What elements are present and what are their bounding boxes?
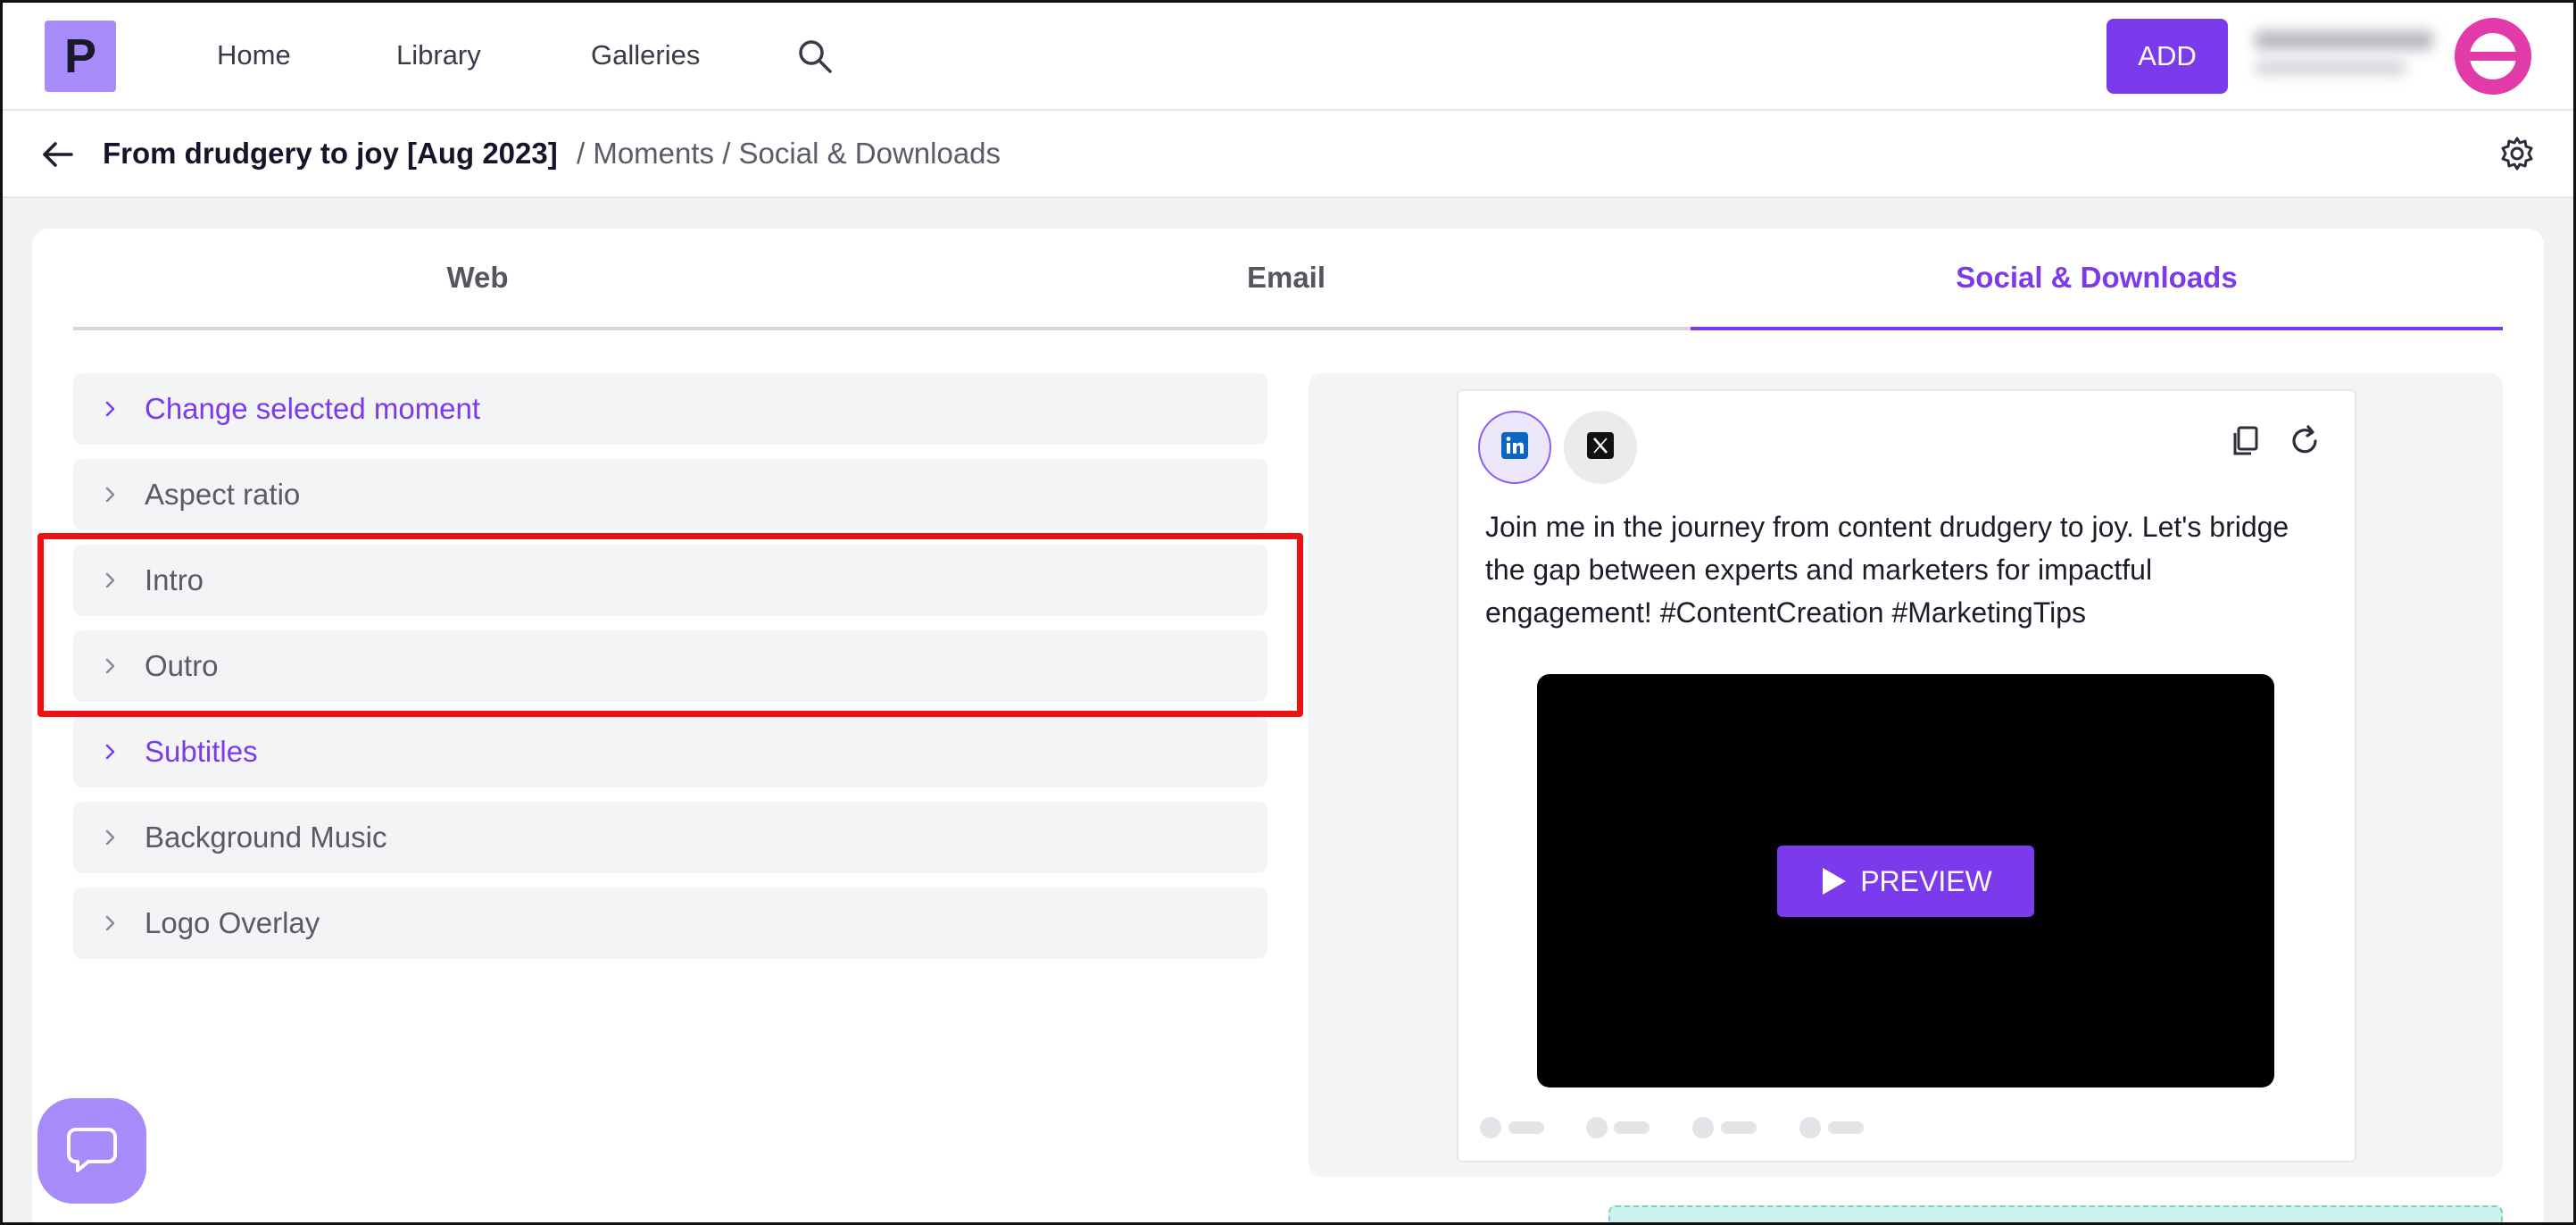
section-aspect-ratio[interactable]: Aspect ratio <box>73 459 1267 530</box>
avatar[interactable] <box>2455 18 2531 95</box>
chevron-right-icon <box>95 743 127 761</box>
bottom-dropzone <box>1608 1205 2503 1225</box>
refresh-icon[interactable] <box>2287 423 2323 459</box>
section-label: Subtitles <box>145 735 258 768</box>
section-label: Change selected moment <box>145 392 481 425</box>
app-logo[interactable]: P <box>45 21 116 92</box>
channel-tabs: Web Email Social & Downloads <box>73 229 2503 330</box>
linkedin-platform-button[interactable] <box>1478 411 1551 484</box>
x-icon <box>1586 431 1615 464</box>
section-label: Background Music <box>145 821 387 854</box>
preview-button[interactable]: PREVIEW <box>1777 846 2034 917</box>
nav-galleries[interactable]: Galleries <box>591 39 700 71</box>
play-icon <box>1823 868 1847 895</box>
back-arrow-icon[interactable] <box>39 136 77 173</box>
gear-icon[interactable] <box>2499 136 2535 171</box>
section-change-selected-moment[interactable]: Change selected moment <box>73 373 1267 445</box>
chevron-right-icon <box>95 829 127 846</box>
preview-button-label: PREVIEW <box>1860 864 1992 897</box>
x-platform-button[interactable] <box>1564 411 1637 484</box>
chat-support-button[interactable] <box>37 1098 146 1204</box>
nav-library[interactable]: Library <box>396 39 481 71</box>
section-subtitles[interactable]: Subtitles <box>73 716 1267 788</box>
nav-home[interactable]: Home <box>217 39 291 71</box>
user-name-blurred <box>2249 25 2446 88</box>
page-title[interactable]: From drudgery to joy [Aug 2023] <box>103 137 558 171</box>
chevron-right-icon <box>95 914 127 932</box>
top-navigation: P Home Library Galleries ADD <box>0 0 2576 111</box>
tab-web[interactable]: Web <box>73 229 882 330</box>
tab-email[interactable]: Email <box>882 229 1691 330</box>
chevron-right-icon <box>95 486 127 504</box>
post-text[interactable]: Join me in the journey from content drud… <box>1485 505 2324 634</box>
copy-icon[interactable] <box>2228 423 2264 459</box>
add-button[interactable]: ADD <box>2107 19 2228 94</box>
logo-letter: P <box>63 29 97 83</box>
section-label: Logo Overlay <box>145 906 320 939</box>
breadcrumb: From drudgery to joy [Aug 2023] / Moment… <box>0 111 2576 198</box>
chevron-right-icon <box>95 400 127 418</box>
tab-social-downloads[interactable]: Social & Downloads <box>1691 229 2503 330</box>
section-label: Aspect ratio <box>145 478 301 511</box>
linkedin-icon <box>1500 431 1529 464</box>
section-logo-overlay[interactable]: Logo Overlay <box>73 888 1267 959</box>
annotation-highlight-box <box>37 533 1303 717</box>
search-icon[interactable] <box>796 38 834 75</box>
section-background-music[interactable]: Background Music <box>73 802 1267 873</box>
chat-bubble-icon <box>65 1124 119 1179</box>
breadcrumb-path: / Moments / Social & Downloads <box>577 137 1001 170</box>
